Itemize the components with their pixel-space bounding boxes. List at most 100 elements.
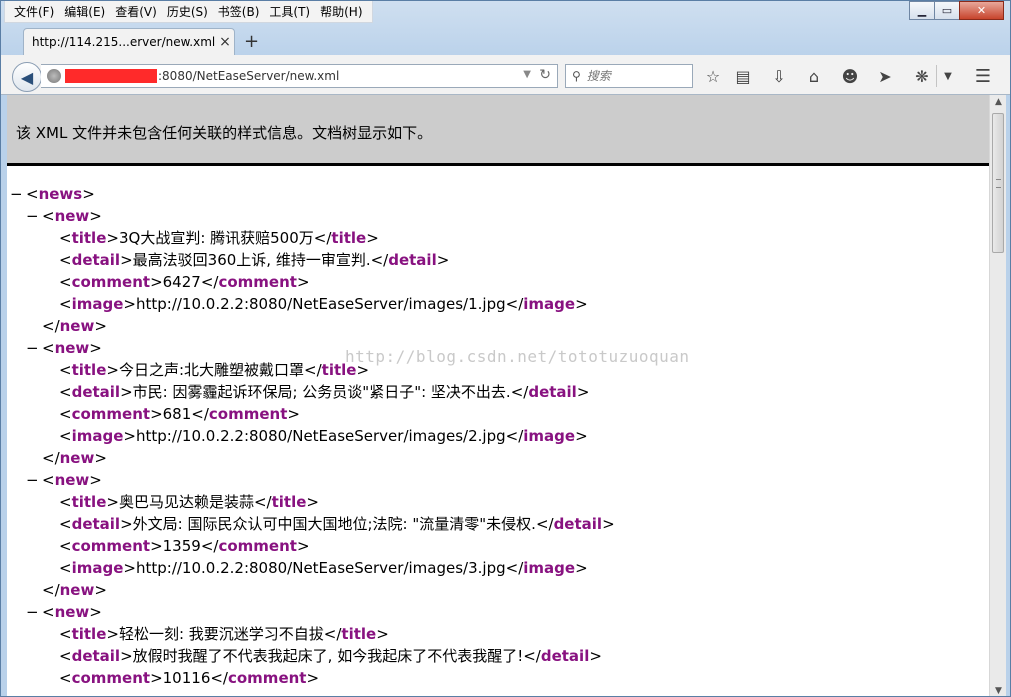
send-icon[interactable]: ➤: [874, 65, 896, 87]
collapse-toggle-icon[interactable]: −: [26, 469, 39, 491]
tab-active[interactable]: http://114.215...erver/new.xml ×: [23, 28, 235, 55]
detail-value: 市民: 因雾霾起诉环保局; 公务员谈"紧日子": 坚决不出去.: [132, 383, 511, 401]
tag-bracket: >: [94, 317, 107, 335]
scroll-up-icon[interactable]: ▲: [990, 97, 1007, 107]
tag-bracket: <: [59, 229, 72, 247]
menu-edit[interactable]: 编辑(E): [59, 2, 110, 22]
comment-tag-name: comment: [71, 669, 151, 687]
minimize-button[interactable]: ▁: [909, 1, 935, 20]
back-arrow-icon: ◀: [20, 67, 34, 87]
reload-icon[interactable]: ↻: [539, 67, 551, 83]
menu-file[interactable]: 文件(F): [9, 2, 59, 22]
tag-bracket: <: [42, 471, 55, 489]
item-tag-name: new: [54, 471, 90, 489]
xml-item-close: </new>: [7, 315, 989, 337]
collapse-toggle-icon[interactable]: −: [10, 183, 23, 205]
close-button[interactable]: ✕: [959, 1, 1004, 20]
image-tag-name: image: [71, 295, 124, 313]
menu-icon[interactable]: ☰: [972, 65, 994, 87]
title-value: 3Q大战宣判: 腾讯获赔500万: [118, 229, 314, 247]
item-tag-name: new: [59, 449, 95, 467]
detail-tag-name: detail: [71, 515, 121, 533]
scroll-down-icon[interactable]: ▼: [990, 686, 1007, 696]
title-tag-name: title: [71, 625, 107, 643]
tag-bracket: </: [191, 405, 209, 423]
tag-bracket: >: [602, 515, 615, 533]
comment-tag-name: comment: [218, 273, 297, 291]
comment-tag-name: comment: [71, 273, 151, 291]
home-icon[interactable]: ⌂: [803, 65, 825, 87]
tag-bracket: <: [59, 493, 72, 511]
tag-bracket: >: [575, 427, 588, 445]
downloads-icon[interactable]: ⇩: [768, 65, 790, 87]
comment-tag-name: comment: [218, 537, 297, 555]
back-button[interactable]: ◀: [12, 62, 42, 92]
title-value: 今日之声:北大雕塑被戴口罩: [118, 361, 305, 379]
maximize-button[interactable]: ▭: [934, 1, 960, 20]
tag-bracket: >: [376, 625, 389, 643]
tag-bracket: <: [59, 647, 72, 665]
xml-item-open[interactable]: − <new>: [7, 205, 989, 227]
menu-help[interactable]: 帮助(H): [315, 2, 367, 22]
image-tag-name: image: [523, 427, 576, 445]
search-input[interactable]: [586, 69, 677, 83]
url-history-dropdown-icon[interactable]: ▼: [523, 69, 531, 80]
menu-bookmarks[interactable]: 书签(B): [213, 2, 265, 22]
site-identity-icon[interactable]: [47, 69, 61, 83]
tag-bracket: <: [59, 251, 72, 269]
search-bar[interactable]: ⚲: [565, 64, 693, 88]
title-tag-name: title: [271, 493, 307, 511]
extension-icon[interactable]: ❋: [911, 65, 933, 87]
navigation-toolbar: ◀ :8080/NetEaseServer/new.xml ▼ ↻ ⚲ ☆ ▤ …: [1, 55, 1010, 95]
reading-list-icon[interactable]: ▤: [732, 65, 754, 87]
collapse-toggle-icon[interactable]: −: [26, 601, 39, 623]
dropdown-icon[interactable]: ▼: [937, 65, 959, 87]
redacted-host: [65, 69, 157, 83]
tag-bracket: >: [120, 647, 133, 665]
url-bar[interactable]: :8080/NetEaseServer/new.xml ▼ ↻: [41, 64, 558, 88]
tag-bracket: >: [94, 581, 107, 599]
menu-view[interactable]: 查看(V): [110, 2, 162, 22]
detail-value: 外文局: 国际民众认可中国大国地位;法院: "流量清零"未侵权.: [132, 515, 536, 533]
xml-item-open[interactable]: − <new>: [7, 469, 989, 491]
tag-bracket: >: [150, 669, 163, 687]
tag-bracket: >: [575, 559, 588, 577]
new-tab-button[interactable]: +: [244, 31, 259, 52]
bookmark-star-icon[interactable]: ☆: [702, 65, 724, 87]
comment-tag-name: comment: [208, 405, 288, 423]
comment-value: 10116: [162, 669, 211, 687]
tag-bracket: </: [505, 427, 524, 445]
tag-bracket: >: [366, 229, 379, 247]
comment-tag-name: comment: [71, 537, 151, 555]
search-icon: ⚲: [572, 69, 581, 83]
tag-bracket: >: [123, 295, 136, 313]
image-tag-name: image: [523, 559, 576, 577]
tag-bracket: >: [106, 493, 119, 511]
detail-value: 最高法驳回360上诉, 维持一审宣判.: [132, 251, 371, 269]
item-tag-name: new: [59, 317, 95, 335]
xml-item-open[interactable]: − <new>: [7, 601, 989, 623]
collapse-toggle-icon[interactable]: −: [26, 337, 39, 359]
tag-bracket: >: [589, 647, 602, 665]
tag-bracket: <: [59, 361, 72, 379]
tab-close-icon[interactable]: ×: [216, 34, 234, 50]
tag-bracket: >: [89, 339, 102, 357]
detail-tag-name: detail: [528, 383, 577, 401]
scroll-thumb[interactable]: [992, 113, 1004, 253]
collapse-toggle-icon[interactable]: −: [26, 205, 39, 227]
xml-title-element: <title>轻松一刻: 我要沉迷学习不自拔</title>: [7, 623, 989, 645]
xml-info-banner: 该 XML 文件并未包含任何关联的样式信息。文档树显示如下。: [7, 95, 989, 166]
menu-history[interactable]: 历史(S): [162, 2, 213, 22]
menu-tools[interactable]: 工具(T): [264, 2, 315, 22]
chat-icon[interactable]: ☻: [839, 65, 861, 87]
tag-bracket: >: [106, 625, 119, 643]
tag-bracket: >: [576, 383, 590, 401]
tag-bracket: </: [200, 537, 219, 555]
tag-bracket: </: [304, 361, 322, 379]
xml-root-open[interactable]: − <news>: [7, 183, 989, 205]
vertical-scrollbar[interactable]: ▲ ▼: [989, 95, 1007, 696]
detail-tag-name: detail: [71, 383, 121, 401]
title-value: 轻松一刻: 我要沉迷学习不自拔: [118, 625, 324, 643]
item-tag-name: new: [54, 603, 90, 621]
tab-title: http://114.215...erver/new.xml: [32, 35, 216, 49]
